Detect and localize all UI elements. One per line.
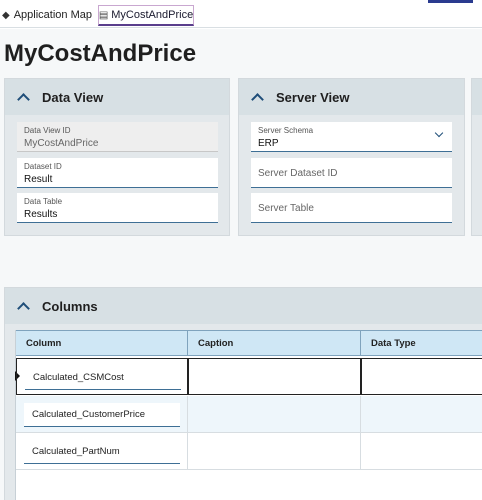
- page-icon: ▤: [98, 9, 109, 21]
- column-cell[interactable]: Calculated_PartNum: [16, 433, 188, 470]
- layers-icon: ◆: [2, 9, 10, 21]
- column-name-input[interactable]: Calculated_PartNum: [24, 440, 180, 464]
- grid-header-data-type[interactable]: Data Type: [361, 331, 482, 355]
- data-view-header[interactable]: Data View: [5, 79, 229, 115]
- caption-cell[interactable]: [188, 433, 361, 470]
- table-row[interactable]: Calculated_CSMCost: [15, 358, 482, 395]
- grid-header-column[interactable]: Column: [16, 331, 188, 355]
- data-view-panel: Data View Data View ID MyCostAndPrice Da…: [4, 78, 230, 236]
- table-row[interactable]: Calculated_PartNum: [16, 433, 482, 470]
- collapse-chevron-icon[interactable]: [17, 92, 30, 106]
- caption-cell[interactable]: [188, 396, 361, 433]
- grid-header-row: Column Caption Data Type: [16, 330, 482, 356]
- server-view-panel: Server View Server Schema ERP Server Dat…: [238, 78, 465, 236]
- server-schema-value: ERP: [258, 138, 279, 149]
- data-table-field[interactable]: Data Table Results: [17, 193, 218, 223]
- column-cell[interactable]: Calculated_CustomerPrice: [16, 396, 188, 433]
- table-row[interactable]: Calculated_CustomerPrice: [16, 396, 482, 433]
- data-view-id-field: Data View ID MyCostAndPrice: [17, 122, 218, 152]
- columns-title: Columns: [42, 298, 98, 314]
- server-table-field[interactable]: Server Table: [251, 193, 452, 223]
- column-cell[interactable]: Calculated_CSMCost: [16, 358, 188, 395]
- partial-panel: [471, 78, 482, 236]
- server-dataset-id-placeholder: Server Dataset ID: [258, 168, 338, 179]
- data-view-title: Data View: [42, 89, 104, 105]
- page-title: MyCostAndPrice: [4, 40, 197, 67]
- server-schema-select[interactable]: Server Schema ERP: [251, 122, 452, 152]
- caption-cell[interactable]: [188, 358, 361, 395]
- server-view-title: Server View: [276, 89, 350, 105]
- server-schema-label: Server Schema: [258, 126, 314, 135]
- column-name-input[interactable]: Calculated_CSMCost: [25, 366, 181, 390]
- dataset-id-field[interactable]: Dataset ID Result: [17, 158, 218, 188]
- tab-mycostandprice[interactable]: ▤ MyCostAndPrice: [98, 5, 194, 26]
- dataset-id-value: Result: [24, 174, 53, 185]
- chevron-down-icon[interactable]: [434, 128, 444, 138]
- data-type-cell[interactable]: [361, 396, 482, 433]
- columns-grid: Column Caption Data Type Calculated_CSMC…: [15, 330, 482, 500]
- column-name-input[interactable]: Calculated_CustomerPrice: [24, 403, 180, 427]
- columns-header[interactable]: Columns: [5, 288, 482, 324]
- top-tab-bar: ◆ Application Map ▤ MyCostAndPrice: [0, 0, 482, 28]
- data-type-cell[interactable]: [361, 358, 482, 395]
- server-view-header[interactable]: Server View: [239, 79, 464, 115]
- collapse-chevron-icon[interactable]: [251, 92, 264, 106]
- tab-application-map[interactable]: ◆ Application Map: [2, 6, 92, 24]
- data-view-id-label: Data View ID: [24, 126, 71, 135]
- dataset-id-label: Dataset ID: [24, 162, 62, 171]
- data-table-value: Results: [24, 209, 58, 220]
- data-view-id-value: MyCostAndPrice: [24, 138, 99, 149]
- tab-mycostandprice-label: MyCostAndPrice: [111, 9, 194, 21]
- grid-header-caption[interactable]: Caption: [188, 331, 361, 355]
- collapse-chevron-icon[interactable]: [17, 301, 30, 315]
- server-table-placeholder: Server Table: [258, 203, 314, 214]
- tab-application-map-label: Application Map: [13, 9, 92, 21]
- data-table-label: Data Table: [24, 197, 63, 206]
- top-accent-bar: [428, 0, 473, 3]
- partial-panel-header: [472, 79, 482, 115]
- server-dataset-id-field[interactable]: Server Dataset ID: [251, 158, 452, 188]
- data-type-cell[interactable]: [361, 433, 482, 470]
